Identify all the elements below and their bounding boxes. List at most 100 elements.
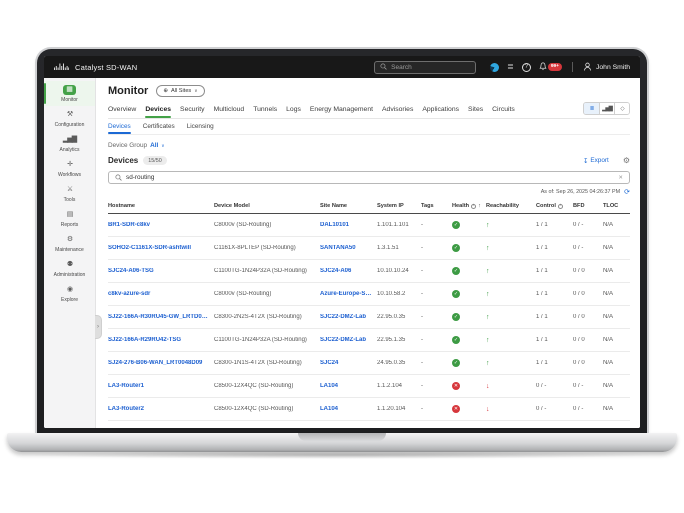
table-row[interactable]: c8kv-azure-sdr C8000v (SD-Routing) Azure… xyxy=(108,283,630,306)
column-header-control[interactable]: Control i xyxy=(536,203,573,209)
export-button[interactable]: ↧ Export xyxy=(583,157,609,165)
device-search-input[interactable]: sd-routing ✕ xyxy=(108,171,630,184)
sidebar-item-maintenance[interactable]: ⚙ Maintenance xyxy=(44,231,95,256)
sidebar-item-reports[interactable]: ▤ Reports xyxy=(44,206,95,231)
health-status-icon: ✓ xyxy=(452,336,460,344)
column-header-device-model[interactable]: Device Model xyxy=(214,203,320,209)
site-name-link[interactable]: SJC24-A06 xyxy=(320,268,377,274)
refresh-icon[interactable]: ⟳ xyxy=(624,188,630,196)
column-header-system-ip[interactable]: System IP xyxy=(377,203,421,209)
column-header-tloc[interactable]: TLOC xyxy=(603,203,630,209)
table-row[interactable]: LA3-Router1 C8500-12X4QC (SD-Routing) LA… xyxy=(108,375,630,398)
search-placeholder: Search xyxy=(391,64,412,71)
site-scope-selector[interactable]: ⊕ All Sites ∨ xyxy=(156,85,204,97)
tab-energy-management[interactable]: Energy Management xyxy=(310,103,373,118)
sidebar-item-label: Configuration xyxy=(55,122,85,128)
site-name-link[interactable]: SANTANA50 xyxy=(320,245,377,251)
subtab-devices[interactable]: Devices xyxy=(108,119,131,134)
device-model: C1100TG-1N24P32A (SD-Routing) xyxy=(214,268,320,274)
device-hostname-link[interactable]: c8kv-azure-sdr xyxy=(108,291,214,297)
column-header-hostname[interactable]: Hostname xyxy=(108,203,214,209)
health-status-icon: ✕ xyxy=(452,382,460,390)
tab-tunnels[interactable]: Tunnels xyxy=(253,103,277,118)
subtab-certificates[interactable]: Certificates xyxy=(143,119,175,134)
sidebar-item-administration[interactable]: ⚉ Administration xyxy=(44,256,95,281)
table-row[interactable]: LA3-Router2 C8500-12X4QC (SD-Routing) LA… xyxy=(108,398,630,421)
reachability-arrow-icon: ↑ xyxy=(486,245,536,252)
sidebar-item-tools[interactable]: ⚔ Tools xyxy=(44,181,95,206)
clear-search-icon[interactable]: ✕ xyxy=(618,175,623,181)
system-ip: 1.3.1.51 xyxy=(377,245,421,251)
chart-view-button[interactable]: ▂▅▇ xyxy=(599,103,614,114)
site-name-link[interactable]: SJC22-DMZ-Lab xyxy=(320,337,377,343)
list-view-button[interactable]: ≣ xyxy=(584,103,599,114)
sidebar-item-analytics[interactable]: ▂▅▇ Analytics xyxy=(44,131,95,156)
table-row[interactable]: SJC24-A06-TSG C1100TG-1N24P32A (SD-Routi… xyxy=(108,260,630,283)
section-title: Devices xyxy=(108,156,138,165)
sidebar-item-monitor[interactable]: ▦ Monitor xyxy=(44,81,95,106)
sidebar-collapse-handle[interactable]: › xyxy=(95,315,102,339)
search-value: sd-routing xyxy=(126,174,154,181)
device-hostname-link[interactable]: SJ22-166A-R29RU42-TSG xyxy=(108,337,214,343)
table-row[interactable]: SOHO2-C1161X-SDR-ashtwill C1161X-8PLTEP … xyxy=(108,237,630,260)
sidebar-item-explore[interactable]: ◉ Explore xyxy=(44,281,95,306)
tags-value: - xyxy=(421,383,452,389)
site-name-link[interactable]: Azure-Europe-SDR xyxy=(320,291,377,297)
view-toggle-group: ≣ ▂▅▇ ◇ xyxy=(583,102,630,115)
control-connections: 1 / 1 xyxy=(536,245,573,251)
control-connections: 0 / - xyxy=(536,406,573,412)
device-model: C8000v (SD-Routing) xyxy=(214,222,320,228)
sidebar-item-configuration[interactable]: ⚒ Configuration xyxy=(44,106,95,131)
tab-advisories[interactable]: Advisories xyxy=(382,103,413,118)
tab-devices[interactable]: Devices xyxy=(145,103,171,118)
tab-sites[interactable]: Sites xyxy=(468,103,483,118)
search-icon xyxy=(380,63,387,72)
site-name-link[interactable]: SJC22-DMZ-Lab xyxy=(320,314,377,320)
device-hostname-link[interactable]: LA3-Router1 xyxy=(108,383,214,389)
maintenance-icon: ⚙ xyxy=(67,235,72,245)
sort-ascending-icon[interactable]: ↑ xyxy=(478,203,481,209)
device-hostname-link[interactable]: SJC24-A06-TSG xyxy=(108,268,214,274)
table-row[interactable]: SJ22-166A-R29RU42-TSG C1100TG-1N24P32A (… xyxy=(108,329,630,352)
whats-new-icon[interactable] xyxy=(490,63,499,72)
security-view-button[interactable]: ◇ xyxy=(614,103,629,114)
column-header-tags[interactable]: Tags xyxy=(421,203,452,209)
column-header-bfd[interactable]: BFD xyxy=(573,203,603,209)
reachability-arrow-icon: ↑ xyxy=(486,268,536,275)
notifications-button[interactable]: 99+ xyxy=(539,58,562,76)
table-row[interactable]: SJ22-166A-R30RU45-GW_LRTD000726 C8300-2N… xyxy=(108,306,630,329)
tab-circuits[interactable]: Circuits xyxy=(492,103,515,118)
user-menu[interactable]: John Smith xyxy=(583,62,630,73)
tab-logs[interactable]: Logs xyxy=(286,103,301,118)
tab-overview[interactable]: Overview xyxy=(108,103,136,118)
column-header-site-name[interactable]: Site Name xyxy=(320,203,377,209)
bell-icon xyxy=(539,58,547,76)
column-header-reachability[interactable]: Reachability xyxy=(486,203,536,209)
task-list-icon[interactable]: ≣ xyxy=(507,63,514,71)
tags-value: - xyxy=(421,360,452,366)
device-hostname-link[interactable]: LA3-Router2 xyxy=(108,406,214,412)
tab-applications[interactable]: Applications xyxy=(422,103,459,118)
tab-multicloud[interactable]: Multicloud xyxy=(214,103,245,118)
subtab-licensing[interactable]: Licensing xyxy=(187,119,214,134)
bfd-sessions: 0 / 0 xyxy=(573,314,603,320)
sidebar-item-workflows[interactable]: ✛ Workflows xyxy=(44,156,95,181)
site-name-link[interactable]: LA104 xyxy=(320,406,377,412)
device-group-selector[interactable]: All xyxy=(150,142,158,149)
help-icon[interactable]: ? xyxy=(522,63,531,72)
site-name-link[interactable]: LA104 xyxy=(320,383,377,389)
device-hostname-link[interactable]: BR1-SDR-c8kv xyxy=(108,222,214,228)
column-header-health[interactable]: Health i ↑ xyxy=(452,203,486,209)
top-navigation-bar: Catalyst SD-WAN Search ≣ ? xyxy=(44,56,640,78)
table-row[interactable]: BR1-SDR-c8kv C8000v (SD-Routing) DAL1010… xyxy=(108,214,630,237)
table-settings-gear-icon[interactable]: ⚙ xyxy=(623,156,630,165)
site-name-link[interactable]: DAL10101 xyxy=(320,222,377,228)
site-name-link[interactable]: SJC24 xyxy=(320,360,377,366)
table-row[interactable]: SJ24-276-B06-WAN_LRT0048D09 C8300-1N1S-4… xyxy=(108,352,630,375)
device-hostname-link[interactable]: SJ24-276-B06-WAN_LRT0048D09 xyxy=(108,360,214,366)
globe-icon: ⊕ xyxy=(163,88,168,94)
tab-security[interactable]: Security xyxy=(180,103,205,118)
device-hostname-link[interactable]: SOHO2-C1161X-SDR-ashtwill xyxy=(108,245,214,251)
device-hostname-link[interactable]: SJ22-166A-R30RU45-GW_LRTD000726 xyxy=(108,314,214,320)
global-search-input[interactable]: Search xyxy=(374,61,476,74)
